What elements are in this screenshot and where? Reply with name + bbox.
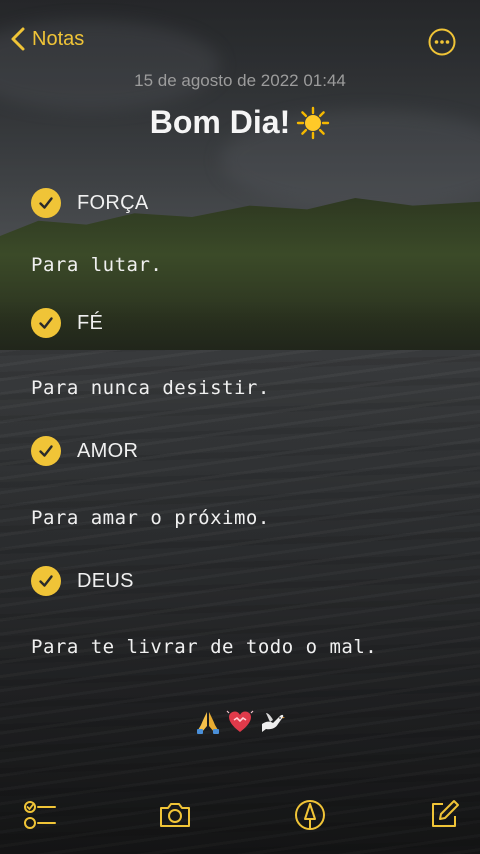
checkmark-icon xyxy=(39,575,53,587)
heart-emoji xyxy=(226,710,254,732)
checkbox-checked[interactable] xyxy=(31,308,61,338)
checklist-item-label[interactable]: FORÇA xyxy=(77,192,149,215)
checklist-icon xyxy=(24,801,56,829)
praying-hands-emoji xyxy=(197,712,219,734)
ellipsis-circle-icon xyxy=(428,28,456,56)
note-title[interactable]: Bom Dia! xyxy=(0,104,480,141)
note-title-text: Bom Dia! xyxy=(149,104,291,140)
note-line[interactable]: Para amar o próximo. xyxy=(31,507,270,529)
checkbox-checked[interactable] xyxy=(31,188,61,218)
checklist-button[interactable] xyxy=(22,797,58,833)
camera-icon xyxy=(160,803,190,827)
checklist-item-label[interactable]: FÉ xyxy=(77,312,103,335)
markup-pen-icon xyxy=(295,800,325,830)
back-button[interactable]: Notas xyxy=(10,26,84,52)
checklist-item-label[interactable]: DEUS xyxy=(77,570,134,593)
checkmark-icon xyxy=(39,197,53,209)
checkbox-checked[interactable] xyxy=(31,566,61,596)
note-date: 15 de agosto de 2022 01:44 xyxy=(134,71,346,90)
checklist-item: AMOR xyxy=(31,436,138,466)
more-options-button[interactable] xyxy=(428,28,456,56)
markup-button[interactable] xyxy=(292,797,328,833)
sun-emoji xyxy=(297,106,330,139)
checkmark-icon xyxy=(39,317,53,329)
camera-button[interactable] xyxy=(157,797,193,833)
compose-button[interactable] xyxy=(426,797,462,833)
note-line[interactable]: Para nunca desistir. xyxy=(31,377,270,399)
note-line[interactable]: Para te livrar de todo o mal. xyxy=(31,636,377,658)
checklist-item: DEUS xyxy=(31,566,134,596)
emoji-line[interactable] xyxy=(0,708,480,736)
checkmark-icon xyxy=(39,445,53,457)
checklist-item-label[interactable]: AMOR xyxy=(77,440,138,463)
checklist-item: FÉ xyxy=(31,308,103,338)
note-view: Notas 15 de agosto de 2022 01:44 Bom Dia… xyxy=(0,0,480,854)
compose-icon xyxy=(432,800,459,827)
back-label: Notas xyxy=(32,27,85,50)
note-line[interactable]: Para lutar. xyxy=(31,254,162,276)
chevron-left-icon xyxy=(11,27,25,51)
checkbox-checked[interactable] xyxy=(31,436,61,466)
dove-emoji xyxy=(262,713,285,732)
checklist-item: FORÇA xyxy=(31,188,149,218)
